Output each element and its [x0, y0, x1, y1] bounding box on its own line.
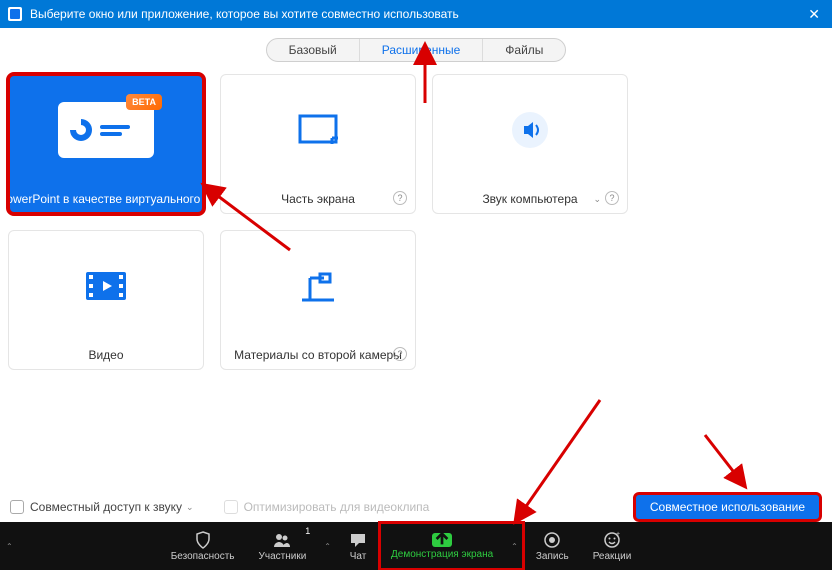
toolbar-chat[interactable]: Чат [337, 522, 379, 570]
tab-advanced[interactable]: Расширенные [360, 39, 484, 61]
toolbar-share-screen-wrap: Демонстрация экрана ⌃ [379, 522, 524, 570]
meeting-toolbar: ⌃ Безопасность 1 Участники ⌃ Чат Демонст… [0, 522, 832, 570]
help-icon[interactable]: ? [393, 347, 407, 361]
chevron-up-icon[interactable]: ⌃ [505, 522, 524, 570]
footer-bar: Совместный доступ к звуку ⌄ Оптимизирова… [0, 492, 832, 522]
app-icon [8, 7, 22, 21]
speaker-icon [433, 75, 627, 185]
share-audio-checkbox[interactable] [10, 500, 24, 514]
card-second-camera[interactable]: Материалы со второй камеры ? [220, 230, 416, 370]
toolbar-label: Безопасность [171, 551, 235, 562]
beta-badge: BETA [126, 94, 162, 110]
annotation-arrow [700, 430, 750, 495]
help-icon[interactable]: ? [393, 191, 407, 205]
chevron-down-icon[interactable]: ⌄ [593, 194, 601, 205]
screen-portion-icon [221, 75, 415, 185]
participants-count: 1 [305, 526, 310, 536]
toolbar-label: Запись [536, 551, 569, 562]
toolbar-label: Чат [350, 551, 367, 562]
share-options-grid: BETA PowerPoint в качестве виртуального … [0, 62, 832, 382]
toolbar-label: Участники [259, 551, 307, 562]
optimize-video-label: Оптимизировать для видеоклипа [244, 500, 430, 514]
card-label: Видео [9, 341, 203, 369]
chevron-up-icon[interactable]: ⌃ [0, 522, 19, 570]
card-video[interactable]: Видео [8, 230, 204, 370]
card-computer-audio[interactable]: Звук компьютера ⌄ ? [432, 74, 628, 214]
tab-basic[interactable]: Базовый [267, 39, 360, 61]
card-screen-portion[interactable]: Часть экрана ? [220, 74, 416, 214]
toolbar-record[interactable]: Запись [524, 522, 581, 570]
card-label: Материалы со второй камеры [221, 341, 415, 369]
toolbar-share-screen[interactable]: Демонстрация экрана [379, 522, 505, 570]
toolbar-participants[interactable]: 1 Участники [247, 522, 319, 570]
titlebar-title: Выберите окно или приложение, которое вы… [30, 7, 459, 21]
help-icon[interactable]: ? [605, 191, 619, 205]
powerpoint-preview-icon: BETA [9, 75, 203, 185]
titlebar: Выберите окно или приложение, которое вы… [0, 0, 832, 28]
share-audio-label: Совместный доступ к звуку [30, 500, 182, 514]
svg-text:+: + [616, 531, 620, 538]
chevron-down-icon[interactable]: ⌄ [186, 502, 194, 513]
video-film-icon [9, 231, 203, 341]
toolbar-reactions[interactable]: + Реакции [581, 522, 644, 570]
card-label: Часть экрана [221, 185, 415, 213]
share-button[interactable]: Совместное использование [633, 492, 822, 522]
toolbar-security[interactable]: Безопасность [159, 522, 247, 570]
optimize-video-checkbox[interactable] [224, 500, 238, 514]
toolbar-label: Демонстрация экрана [391, 549, 493, 560]
tab-files[interactable]: Файлы [483, 39, 565, 61]
tab-bar: Базовый Расширенные Файлы [0, 38, 832, 62]
toolbar-label: Реакции [593, 551, 632, 562]
close-icon[interactable]: ✕ [804, 6, 824, 23]
card-label: PowerPoint в качестве виртуального ... [9, 185, 203, 213]
card-powerpoint-virtual[interactable]: BETA PowerPoint в качестве виртуального … [8, 74, 204, 214]
chevron-up-icon[interactable]: ⌃ [318, 522, 337, 570]
share-screen-icon [432, 533, 452, 547]
document-camera-icon [221, 231, 415, 341]
